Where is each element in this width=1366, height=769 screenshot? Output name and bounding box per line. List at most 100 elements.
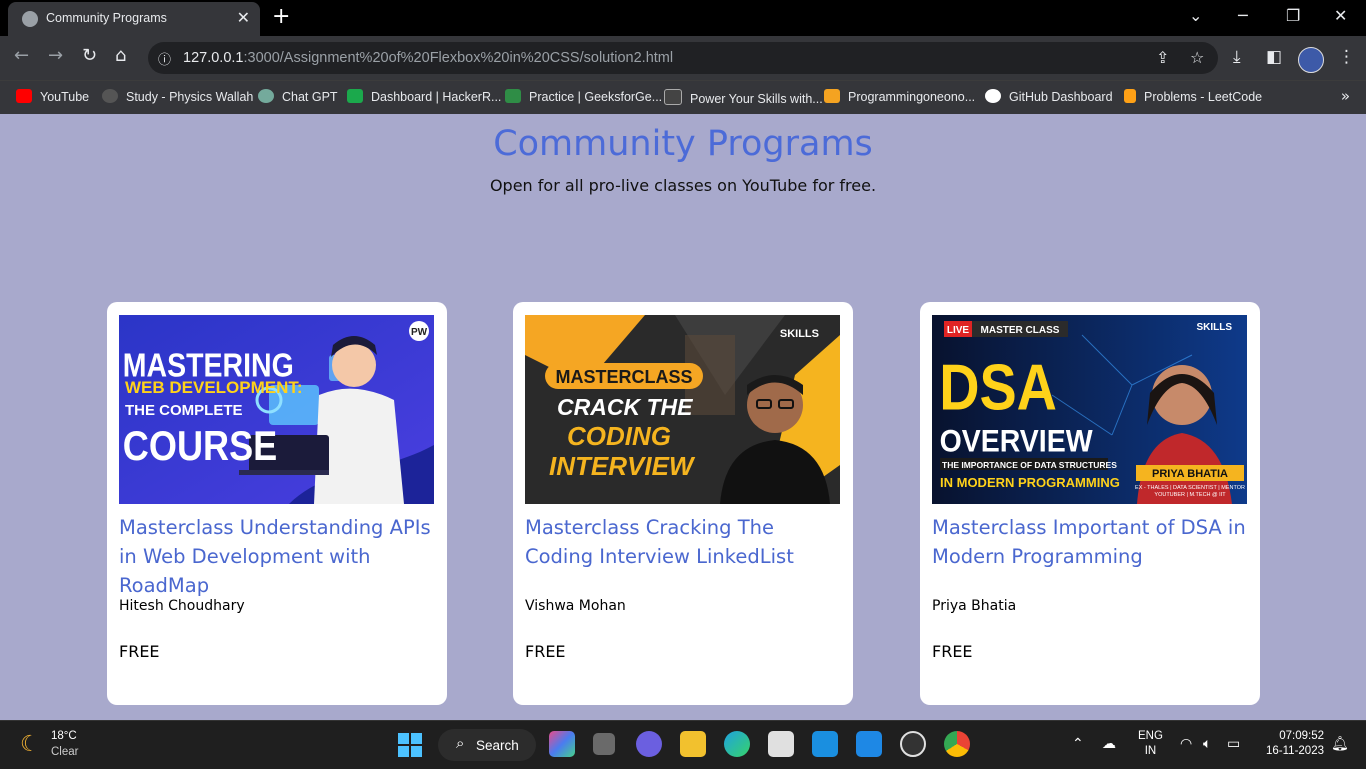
card-title[interactable]: Masterclass Important of DSA in Modern P… xyxy=(932,513,1252,571)
menu-icon[interactable]: ⋮ xyxy=(1338,47,1355,67)
page-title: Community Programs xyxy=(493,124,873,164)
card-title[interactable]: Masterclass Understanding APIs in Web De… xyxy=(119,513,439,600)
web-dev-thumbnail-image: PW MASTERING WEB DEVELOPMENT: THE COMPLE… xyxy=(119,315,434,504)
bookmark-leetcode[interactable]: Problems - LeetCode xyxy=(1124,89,1262,104)
card-price: FREE xyxy=(119,642,160,661)
bookmark-github[interactable]: GitHub Dashboard xyxy=(985,89,1113,104)
volume-icon[interactable]: 🔈︎ xyxy=(1203,735,1211,752)
media-player-icon[interactable] xyxy=(900,731,926,757)
language-indicator[interactable]: ENG IN xyxy=(1138,729,1163,759)
file-explorer-icon[interactable] xyxy=(680,731,706,757)
bookmark-hackerrank[interactable]: Dashboard | HackerR... xyxy=(347,89,501,104)
weather-condition[interactable]: Clear xyxy=(51,746,78,758)
card-price: FREE xyxy=(525,642,566,661)
bookmark-power-skills[interactable]: Power Your Skills with... xyxy=(664,89,823,106)
edge-icon[interactable] xyxy=(724,731,750,757)
speaker-name-text: PRIYA BHATIA xyxy=(1152,468,1228,480)
card-title[interactable]: Masterclass Cracking The Coding Intervie… xyxy=(525,513,845,571)
microsoft-store-icon[interactable] xyxy=(768,731,794,757)
card-thumbnail[interactable]: PW MASTERING WEB DEVELOPMENT: THE COMPLE… xyxy=(119,315,434,504)
bookmark-geeksforgeeks[interactable]: Practice | GeeksforGe... xyxy=(505,89,662,104)
back-icon[interactable]: ← xyxy=(14,45,29,66)
bookmark-chatgpt[interactable]: Chat GPT xyxy=(258,89,338,104)
bookmark-programmingoneonone[interactable]: Programmingoneono... xyxy=(824,89,975,104)
onedrive-icon[interactable]: ☁ xyxy=(1102,735,1116,752)
restore-icon[interactable]: ❐ xyxy=(1286,6,1300,25)
tab-close-icon[interactable]: ✕ xyxy=(237,8,250,28)
url-text[interactable]: 127.0.0.1:3000/Assignment%20of%20Flexbox… xyxy=(183,50,673,66)
tab-strip: Community Programs ✕ + ⌄ ─ ❐ ✕ xyxy=(0,0,1366,36)
chatgpt-icon xyxy=(258,89,274,103)
window-close-icon[interactable]: ✕ xyxy=(1334,6,1347,25)
minimize-icon[interactable]: ─ xyxy=(1238,6,1248,25)
leetcode-icon xyxy=(1124,89,1136,103)
browser-toolbar: ← → ↻ ⌂ ⓘ 127.0.0.1:3000/Assignment%20of… xyxy=(0,36,1366,80)
youtube-icon xyxy=(16,89,32,103)
card-price: FREE xyxy=(932,642,973,661)
thumb-line-2: OVERVIEW xyxy=(940,424,1094,459)
bookmark-star-icon[interactable]: ☆ xyxy=(1190,48,1204,67)
task-view-icon[interactable] xyxy=(593,733,615,755)
copilot-icon[interactable] xyxy=(549,731,575,757)
skills-brand-text: SKILLS xyxy=(1196,322,1232,333)
card-thumbnail[interactable]: LIVE MASTER CLASS SKILLS DSA OVERVIEW TH… xyxy=(932,315,1247,504)
pw-logo-text: PW xyxy=(411,327,428,338)
show-hidden-icons-icon[interactable]: ⌃ xyxy=(1072,735,1084,752)
home-icon[interactable]: ⌂ xyxy=(115,45,126,66)
chrome-icon[interactable] xyxy=(944,731,970,757)
bookmarks-bar: YouTube Study - Physics Wallah Chat GPT … xyxy=(0,80,1366,115)
card-author: Hitesh Choudhary xyxy=(119,598,245,614)
page-viewport: Community Programs Open for all pro-live… xyxy=(0,114,1366,720)
search-icon: ⌕ xyxy=(456,735,465,752)
more-bookmarks-icon[interactable]: » xyxy=(1341,87,1350,105)
live-badge-text: LIVE xyxy=(947,325,970,336)
vscode-icon[interactable] xyxy=(856,731,882,757)
address-bar[interactable]: ⓘ 127.0.0.1:3000/Assignment%20of%20Flexb… xyxy=(148,42,1218,74)
thumb-line-1: CRACK THE xyxy=(557,394,693,420)
download-icon[interactable]: ⤓ xyxy=(1233,47,1241,67)
tab-community-programs[interactable]: Community Programs ✕ xyxy=(8,2,260,36)
masterclass-badge-text: MASTERCLASS xyxy=(555,367,692,387)
forward-icon[interactable]: → xyxy=(48,45,63,66)
wifi-icon[interactable]: ◠ xyxy=(1180,735,1192,752)
thumb-line-4: COURSE xyxy=(123,424,277,470)
program-card[interactable]: MASTERCLASS CRACK THE CODING INTERVIEW S… xyxy=(513,302,853,705)
site-info-icon[interactable]: ⓘ xyxy=(158,49,171,68)
windows-logo-icon xyxy=(398,733,409,744)
thumb-line-3: THE IMPORTANCE OF DATA STRUCTURES xyxy=(942,460,1117,470)
teams-chat-icon[interactable] xyxy=(636,731,662,757)
new-tab-button[interactable]: + xyxy=(272,4,290,29)
programming-icon xyxy=(824,89,840,103)
program-card[interactable]: LIVE MASTER CLASS SKILLS DSA OVERVIEW TH… xyxy=(920,302,1260,705)
thumb-line-3: THE COMPLETE xyxy=(125,402,243,419)
search-label: Search xyxy=(476,738,519,753)
notification-bell-icon[interactable]: 🔔︎ xyxy=(1331,735,1349,752)
page-subtitle: Open for all pro-live classes on YouTube… xyxy=(489,176,877,195)
bookmark-youtube[interactable]: YouTube xyxy=(16,89,89,104)
clock-time: 07:09:52 xyxy=(1279,730,1324,742)
thumb-line-2: CODING xyxy=(567,421,671,451)
mail-icon[interactable] xyxy=(812,731,838,757)
share-icon[interactable]: ⇪ xyxy=(1156,48,1169,67)
skills-brand-text: SKILLS xyxy=(780,328,819,340)
battery-icon[interactable]: ▭ xyxy=(1227,735,1240,752)
bookmark-physics-wallah[interactable]: Study - Physics Wallah xyxy=(102,89,253,104)
card-author: Vishwa Mohan xyxy=(525,598,626,614)
windows-taskbar: ☾ 18°C Clear ⌕ Search ⌃ ☁ ENG IN ◠ 🔈︎ ▭ … xyxy=(0,720,1366,769)
speaker-role-text-2: YOUTUBER | M.TECH @ IIT xyxy=(1154,492,1226,498)
reload-icon[interactable]: ↻ xyxy=(82,45,97,66)
dsa-overview-thumbnail-image: LIVE MASTER CLASS SKILLS DSA OVERVIEW TH… xyxy=(932,315,1247,504)
weather-temperature[interactable]: 18°C xyxy=(51,730,77,742)
taskbar-search[interactable]: ⌕ Search xyxy=(438,729,536,761)
pw-skills-icon xyxy=(664,89,682,105)
tab-search-icon[interactable]: ⌄ xyxy=(1189,6,1202,25)
moon-icon[interactable]: ☾ xyxy=(20,731,40,757)
side-panel-icon[interactable]: ◧ xyxy=(1266,47,1282,67)
tab-title: Community Programs xyxy=(46,11,167,25)
start-button[interactable] xyxy=(398,733,422,757)
card-thumbnail[interactable]: MASTERCLASS CRACK THE CODING INTERVIEW S… xyxy=(525,315,840,504)
clock[interactable]: 07:09:52 16-11-2023 xyxy=(1266,729,1324,759)
program-card[interactable]: PW MASTERING WEB DEVELOPMENT: THE COMPLE… xyxy=(107,302,447,705)
profile-avatar[interactable] xyxy=(1298,47,1324,73)
clock-date: 16-11-2023 xyxy=(1266,745,1324,757)
